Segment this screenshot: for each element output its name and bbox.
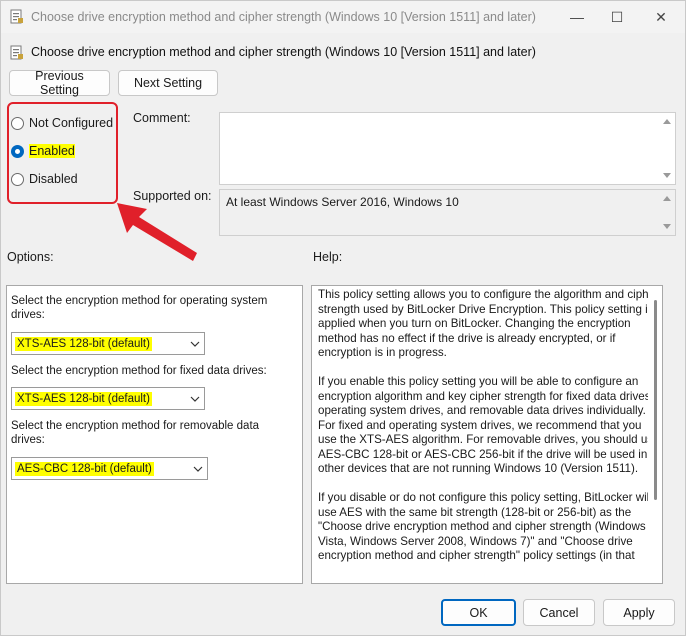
next-setting-button[interactable]: Next Setting (118, 70, 218, 96)
title-bar: Choose drive encryption method and ciphe… (1, 1, 685, 33)
minimize-icon: — (570, 9, 584, 25)
policy-icon (10, 9, 23, 24)
options-label: Options: (7, 250, 54, 264)
scroll-down-icon[interactable] (663, 173, 671, 178)
help-scrollbar[interactable] (648, 286, 662, 583)
comment-scrollbar[interactable] (659, 113, 675, 184)
select-value: AES-CBC 128-bit (default) (15, 461, 154, 476)
chevron-down-icon (190, 396, 200, 402)
os-drive-label: Select the encryption method for operati… (11, 295, 268, 321)
supported-box: At least Windows Server 2016, Windows 10 (219, 189, 676, 236)
help-panel[interactable]: This policy setting allows you to config… (311, 285, 663, 584)
chevron-down-icon (193, 466, 203, 472)
apply-button[interactable]: Apply (603, 599, 675, 626)
policy-heading: Choose drive encryption method and ciphe… (31, 45, 536, 59)
supported-label: Supported on: (133, 189, 212, 203)
maximize-icon: ☐ (610, 8, 624, 25)
help-paragraph: If you enable this policy setting you wi… (318, 375, 660, 475)
annotation-box (7, 102, 118, 204)
help-label: Help: (313, 250, 343, 264)
annotation-arrow (117, 203, 197, 261)
help-paragraph: This policy setting allows you to config… (318, 288, 659, 359)
select-value: XTS-AES 128-bit (default) (15, 391, 152, 406)
removable-drive-label: Select the encryption method for removab… (11, 420, 260, 446)
scroll-up-icon[interactable] (663, 119, 671, 124)
policy-dialog: Choose drive encryption method and ciphe… (0, 0, 686, 636)
os-drive-select[interactable]: XTS-AES 128-bit (default) (11, 332, 205, 355)
select-value: XTS-AES 128-bit (default) (15, 336, 152, 351)
comment-input[interactable] (219, 112, 676, 185)
help-text: This policy setting allows you to config… (318, 288, 662, 578)
scroll-up-icon[interactable] (663, 196, 671, 201)
removable-drive-select[interactable]: AES-CBC 128-bit (default) (11, 457, 208, 480)
supported-value: At least Windows Server 2016, Windows 10 (226, 195, 459, 209)
ok-button[interactable]: OK (441, 599, 516, 626)
comment-label: Comment: (133, 111, 191, 125)
help-paragraph: If you disable or do not configure this … (318, 491, 652, 562)
policy-icon (10, 45, 23, 60)
close-icon: ✕ (655, 8, 667, 25)
scroll-thumb[interactable] (654, 300, 657, 500)
supported-scrollbar[interactable] (659, 190, 675, 235)
fixed-drive-label: Select the encryption method for fixed d… (11, 365, 267, 377)
window-title: Choose drive encryption method and ciphe… (31, 10, 536, 24)
previous-setting-button[interactable]: Previous Setting (9, 69, 110, 97)
close-button[interactable]: ✕ (641, 1, 681, 33)
scroll-down-icon[interactable] (663, 224, 671, 229)
cancel-button[interactable]: Cancel (523, 599, 595, 626)
options-panel: Select the encryption method for operati… (6, 285, 303, 584)
maximize-button[interactable]: ☐ (597, 1, 637, 33)
chevron-down-icon (190, 341, 200, 347)
fixed-drive-select[interactable]: XTS-AES 128-bit (default) (11, 387, 205, 410)
minimize-button[interactable]: — (557, 1, 597, 33)
